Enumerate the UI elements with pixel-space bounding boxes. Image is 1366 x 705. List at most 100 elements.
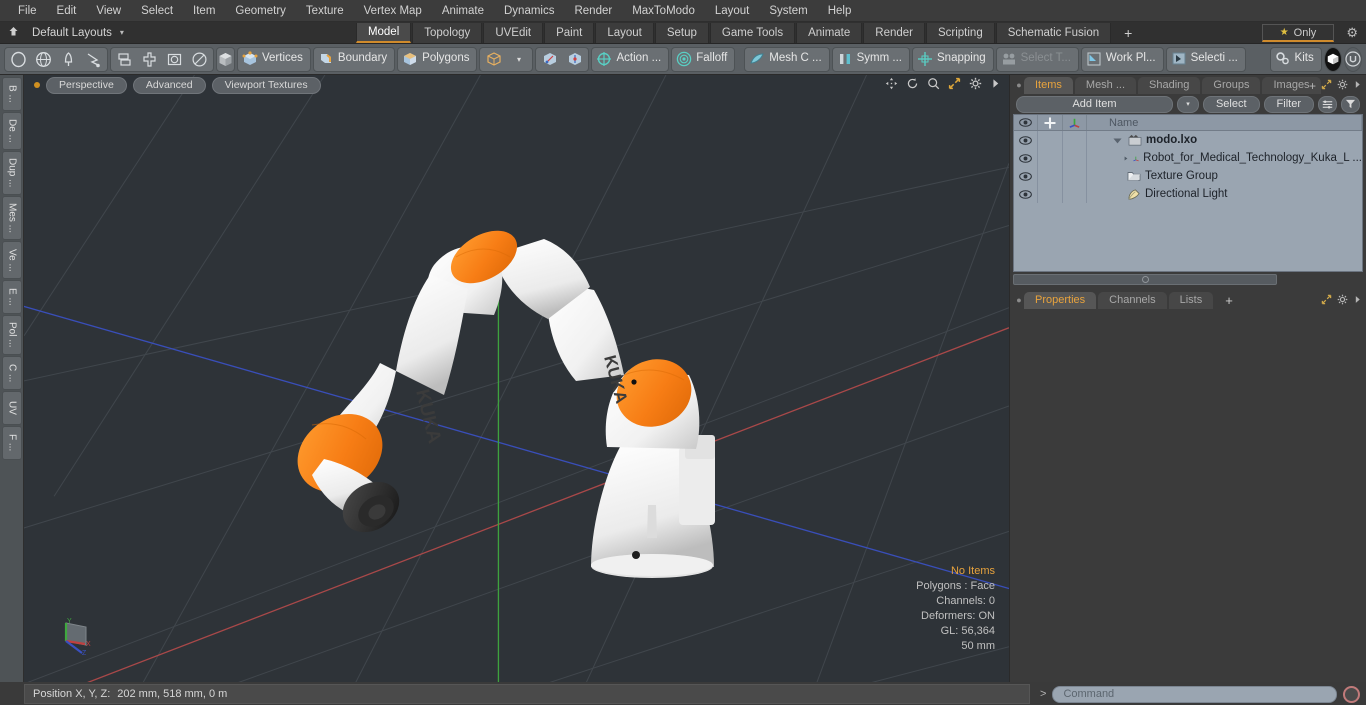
gear-icon[interactable] — [969, 77, 982, 92]
vtab-basic[interactable]: B ... — [2, 77, 22, 111]
zoom-icon[interactable] — [927, 77, 940, 92]
tab-channels[interactable]: Channels — [1098, 292, 1167, 309]
vtab-fusion[interactable]: F ... — [2, 426, 22, 460]
table-row[interactable]: Robot_for_Medical_Technology_Kuka_L ... — [1014, 149, 1362, 167]
cube-icon[interactable] — [216, 46, 235, 72]
vtab-uv[interactable]: UV — [2, 391, 22, 425]
column-header-name[interactable]: Name — [1087, 115, 1362, 130]
gear-icon[interactable] — [1337, 294, 1348, 308]
tab-items[interactable]: Items — [1024, 77, 1073, 94]
menu-item-render[interactable]: Render — [564, 0, 622, 22]
command-input[interactable]: Command — [1052, 685, 1337, 703]
action-center-icon-a[interactable] — [537, 48, 562, 71]
add-tab-button[interactable]: + — [1112, 25, 1144, 41]
row-axis-cell[interactable] — [1063, 131, 1087, 149]
menu-item-layout[interactable]: Layout — [705, 0, 760, 22]
add-panel-tab-button[interactable]: + — [1309, 79, 1316, 93]
row-lock-cell[interactable] — [1038, 149, 1063, 167]
viewport-textures-chip[interactable]: Viewport Textures — [211, 76, 321, 94]
menu-item-select[interactable]: Select — [131, 0, 183, 22]
menu-item-maxtomodo[interactable]: MaxToModo — [622, 0, 705, 22]
viewport-3d[interactable]: KUKA KUKA Perspective Advanced Viewport … — [24, 75, 1010, 682]
filter-button[interactable]: Filter — [1263, 95, 1314, 113]
row-axis-cell[interactable] — [1063, 167, 1087, 185]
vtab-duplicate[interactable]: Dup ... — [2, 151, 22, 195]
vtab-deform[interactable]: De ... — [2, 112, 22, 150]
mode-polygons-button[interactable]: Polygons — [397, 46, 478, 72]
menu-item-vertex-map[interactable]: Vertex Map — [354, 0, 432, 22]
layout-selector-label[interactable]: Default Layouts — [26, 27, 118, 39]
tab-paint[interactable]: Paint — [544, 22, 595, 43]
mesh-constraint-button[interactable]: Mesh C ... — [744, 46, 830, 72]
menu-item-help[interactable]: Help — [818, 0, 862, 22]
properties-panel-body[interactable] — [1010, 309, 1366, 682]
chevron-down-icon[interactable]: ▾ — [506, 48, 531, 71]
tab-layout[interactable]: Layout — [595, 22, 654, 43]
vtab-edge[interactable]: E ... — [2, 280, 22, 314]
item-cube-icon[interactable] — [481, 48, 506, 71]
pan-icon[interactable] — [885, 77, 898, 92]
row-visibility-toggle[interactable] — [1014, 131, 1038, 149]
lasso-icon[interactable] — [81, 48, 106, 71]
row-lock-cell[interactable] — [1038, 131, 1063, 149]
only-toggle-button[interactable]: ★ Only — [1262, 24, 1334, 42]
falloff-button[interactable]: Falloff — [671, 46, 736, 72]
menu-item-geometry[interactable]: Geometry — [225, 0, 296, 22]
center-icon[interactable] — [137, 48, 162, 71]
arrow-right-icon[interactable] — [1353, 80, 1362, 92]
tab-model[interactable]: Model — [355, 22, 412, 43]
play-icon[interactable] — [990, 78, 1001, 91]
tab-animate[interactable]: Animate — [796, 22, 863, 43]
unreal-badge-icon[interactable] — [1343, 46, 1362, 72]
tab-groups[interactable]: Groups — [1202, 77, 1261, 94]
menu-item-animate[interactable]: Animate — [432, 0, 494, 22]
row-axis-cell[interactable] — [1063, 185, 1087, 203]
table-row[interactable]: modo.lxo — [1014, 131, 1362, 149]
gear-icon[interactable]: ⚙ — [1346, 25, 1358, 41]
item-list-hscrollbar[interactable] — [1013, 274, 1363, 285]
tab-schematic-fusion[interactable]: Schematic Fusion — [995, 22, 1112, 43]
list-item[interactable]: Texture Group — [1087, 170, 1362, 182]
expand-icon[interactable] — [1321, 294, 1332, 308]
selection-sets-button[interactable]: Selecti ... — [1165, 46, 1246, 72]
menu-item-system[interactable]: System — [759, 0, 817, 22]
tab-uvedit[interactable]: UVEdit — [483, 22, 544, 43]
record-icon[interactable] — [1343, 685, 1360, 703]
arrow-right-icon[interactable] — [1353, 295, 1362, 307]
work-plane-button[interactable]: Work Pl... — [1080, 46, 1164, 72]
tab-topology[interactable]: Topology — [412, 22, 483, 43]
row-visibility-toggle[interactable] — [1014, 167, 1038, 185]
tab-render[interactable]: Render — [863, 22, 925, 43]
tab-setup[interactable]: Setup — [654, 22, 709, 43]
snapping-button[interactable]: Snapping — [912, 46, 994, 72]
axis-icon[interactable] — [1063, 115, 1087, 130]
row-visibility-toggle[interactable] — [1014, 149, 1038, 167]
pen-icon[interactable] — [56, 48, 81, 71]
menu-item-view[interactable]: View — [86, 0, 131, 22]
row-lock-cell[interactable] — [1038, 167, 1063, 185]
menu-item-edit[interactable]: Edit — [47, 0, 87, 22]
viewport-advanced-chip[interactable]: Advanced — [132, 76, 206, 94]
list-options-icon[interactable] — [1318, 95, 1337, 113]
circle-icon[interactable] — [6, 48, 31, 71]
mode-vertices-button[interactable]: Vertices — [237, 46, 311, 72]
menu-item-texture[interactable]: Texture — [296, 0, 354, 22]
ellipse-select-icon[interactable] — [187, 48, 212, 71]
menu-item-item[interactable]: Item — [183, 0, 225, 22]
rotate-icon[interactable] — [906, 77, 919, 92]
vtab-vertex[interactable]: Ve ... — [2, 241, 22, 279]
kits-button[interactable]: Kits — [1269, 46, 1322, 72]
eye-icon[interactable] — [1014, 115, 1038, 130]
viewport-perspective-chip[interactable]: Perspective — [46, 76, 127, 94]
lock-icon[interactable] — [1038, 115, 1063, 130]
symmetry-button[interactable]: Symm ... — [831, 46, 911, 72]
tab-game-tools[interactable]: Game Tools — [709, 22, 796, 43]
box-select-icon[interactable] — [162, 48, 187, 71]
fit-icon[interactable] — [948, 77, 961, 92]
add-item-dropdown[interactable]: ▾ — [1176, 95, 1199, 113]
axis-gizmo[interactable]: Y X Z — [58, 615, 100, 657]
tab-shading[interactable]: Shading — [1138, 77, 1201, 94]
vtab-curve[interactable]: C ... — [2, 356, 22, 390]
row-axis-cell[interactable] — [1063, 149, 1087, 167]
chevron-down-icon[interactable]: ▾ — [120, 28, 124, 37]
